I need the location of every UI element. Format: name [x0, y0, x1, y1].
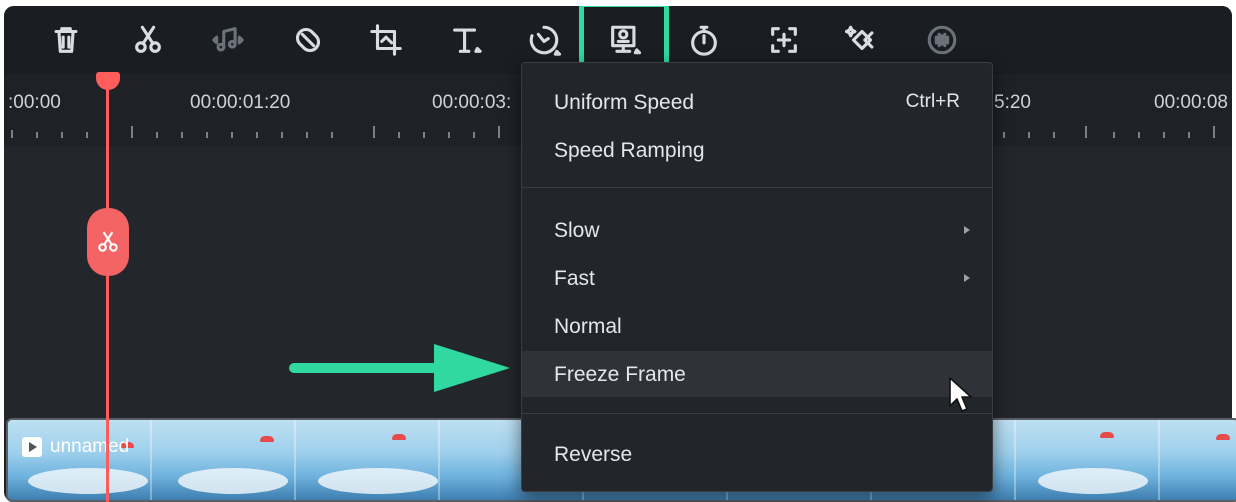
add-keyframe-button[interactable]	[760, 14, 808, 66]
voice-icon	[927, 25, 957, 55]
scissors-icon	[98, 231, 118, 252]
duration-timer-icon	[691, 25, 717, 56]
timecode: 00:00:08	[1154, 92, 1228, 113]
add-keyframe-icon	[771, 27, 797, 53]
speed-menu: Uniform Speed Ctrl+R Speed Ramping Slow …	[521, 62, 993, 492]
timecode: 5:20	[994, 92, 1031, 113]
delete-button[interactable]	[42, 14, 90, 66]
voice-button[interactable]	[918, 14, 966, 66]
text-icon	[453, 28, 482, 53]
clip-name: unnamed	[50, 436, 130, 457]
menu-item-label: Speed Ramping	[554, 139, 705, 162]
menu-item-freeze-frame[interactable]: Freeze Frame	[522, 351, 992, 397]
scissors-icon	[135, 25, 161, 53]
menu-item-label: Freeze Frame	[554, 363, 686, 386]
menu-item-speed-ramping[interactable]: Speed Ramping	[522, 127, 992, 173]
annotation-arrow-icon	[289, 344, 510, 392]
menu-item-slow[interactable]: Slow	[522, 207, 992, 253]
crop-icon	[370, 24, 402, 56]
split-button[interactable]	[124, 14, 172, 66]
ai-effect-icon	[845, 25, 874, 51]
submenu-arrow-icon	[964, 274, 970, 282]
menu-item-uniform-speed[interactable]: Uniform Speed Ctrl+R	[522, 79, 992, 125]
timecode: 00:00:03:	[432, 92, 512, 113]
menu-item-label: Uniform Speed	[554, 91, 695, 114]
menu-item-normal[interactable]: Normal	[522, 303, 992, 349]
menu-item-label: Slow	[554, 219, 600, 242]
menu-item-label: Normal	[554, 315, 622, 338]
speed-button[interactable]	[520, 14, 568, 66]
crop-button[interactable]	[362, 14, 410, 66]
mask-button[interactable]	[284, 14, 332, 66]
timecode: 00:00:01:20	[190, 92, 291, 113]
duration-button[interactable]	[680, 14, 728, 66]
mouse-cursor-icon	[949, 377, 972, 412]
mask-icon	[295, 27, 321, 53]
audio-detach-icon	[212, 27, 244, 52]
ai-effect-button[interactable]	[838, 14, 886, 66]
menu-separator	[522, 413, 992, 414]
video-clip-icon	[22, 437, 42, 457]
clip-label: unnamed	[22, 436, 129, 458]
menu-separator	[522, 187, 992, 188]
menu-item-label: Fast	[554, 267, 595, 290]
timecode: :00:00	[8, 92, 61, 113]
submenu-arrow-icon	[964, 226, 970, 234]
playhead-line[interactable]	[106, 78, 109, 502]
menu-item-fast[interactable]: Fast	[522, 255, 992, 301]
text-button[interactable]	[442, 14, 490, 66]
menu-item-reverse[interactable]: Reverse	[522, 431, 992, 477]
trash-icon	[54, 27, 78, 53]
playhead-split-knob[interactable]	[87, 208, 129, 276]
menu-item-label: Reverse	[554, 443, 633, 466]
menu-item-shortcut: Ctrl+R	[905, 91, 960, 112]
speed-icon	[529, 25, 561, 56]
audio-detach-button[interactable]	[204, 14, 252, 66]
